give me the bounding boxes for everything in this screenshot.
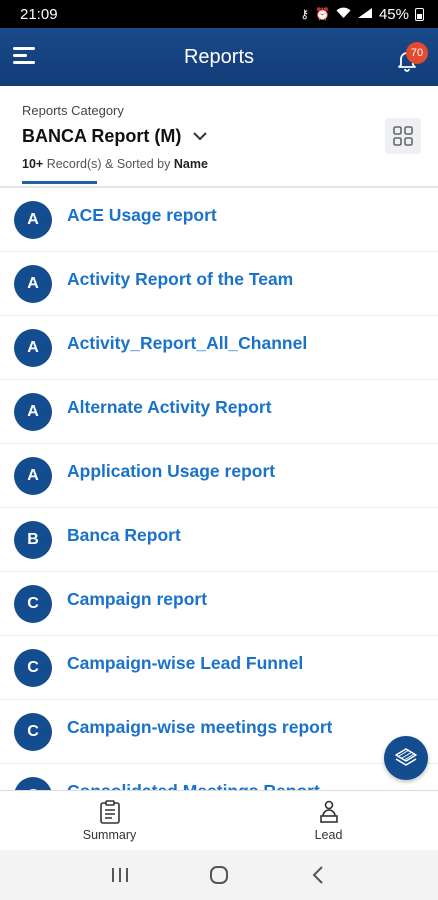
nav-summary[interactable]: Summary xyxy=(0,791,219,850)
report-name: Campaign report xyxy=(67,589,208,609)
category-section: Reports Category BANCA Report (M) 10+ Re… xyxy=(0,86,438,186)
battery-icon xyxy=(415,7,424,21)
sort-field: Name xyxy=(173,157,208,171)
battery-percent: 45% xyxy=(378,5,409,23)
wifi-icon xyxy=(336,7,351,22)
report-item[interactable]: A Alternate Activity Report xyxy=(0,380,438,444)
report-name: Activity Report of the Team xyxy=(67,269,294,289)
home-button[interactable] xyxy=(199,855,239,895)
report-list[interactable]: A ACE Usage report A Activity Report of … xyxy=(0,188,438,790)
category-caption: Reports Category xyxy=(22,103,124,118)
records-text: Record(s) & Sorted by xyxy=(46,157,171,171)
recent-apps-icon xyxy=(111,868,128,882)
report-name: Alternate Activity Report xyxy=(67,397,272,417)
report-initial-avatar: A xyxy=(14,200,52,239)
report-item[interactable]: C Campaign report xyxy=(0,572,438,636)
records-summary: 10+ Record(s) & Sorted by Name xyxy=(22,157,208,171)
grid-icon xyxy=(393,126,413,146)
report-initial-avatar: C xyxy=(14,712,52,751)
report-item[interactable]: C Campaign-wise Lead Funnel xyxy=(0,636,438,700)
report-item[interactable]: A ACE Usage report xyxy=(0,188,438,252)
report-name: Consolidated Meetings Report xyxy=(67,781,320,790)
status-time: 21:09 xyxy=(20,5,58,23)
notification-badge: 70 xyxy=(406,42,428,64)
page-title: Reports xyxy=(183,45,255,68)
category-dropdown[interactable]: BANCA Report (M) xyxy=(22,126,208,147)
back-button[interactable] xyxy=(298,855,338,895)
chevron-down-icon xyxy=(193,132,208,141)
report-initial-avatar: A xyxy=(14,456,52,495)
report-item[interactable]: A Activity_Report_All_Channel xyxy=(0,316,438,380)
signal-icon xyxy=(357,7,373,22)
layers-icon xyxy=(395,748,417,766)
report-item[interactable]: C Campaign-wise meetings report xyxy=(0,700,438,764)
report-name: Campaign-wise meetings report xyxy=(67,717,333,737)
report-item[interactable]: A Activity Report of the Team xyxy=(0,252,438,316)
report-name: Campaign-wise Lead Funnel xyxy=(67,653,304,673)
report-initial-avatar: C xyxy=(14,584,52,623)
report-initial-avatar: A xyxy=(14,328,52,367)
key-icon: ⚷ xyxy=(300,7,310,21)
home-icon xyxy=(209,866,228,884)
records-count: 10+ xyxy=(22,157,44,171)
report-name: Activity_Report_All_Channel xyxy=(67,333,308,353)
report-item[interactable]: B Banca Report xyxy=(0,508,438,572)
report-initial-avatar: A xyxy=(14,264,52,303)
report-initial-avatar: C xyxy=(14,776,52,790)
report-initial-avatar: C xyxy=(14,648,52,687)
report-name: Banca Report xyxy=(67,525,181,545)
system-navigation-bar xyxy=(0,850,438,900)
records-underline xyxy=(22,181,97,184)
back-icon xyxy=(312,866,324,884)
nav-lead[interactable]: Lead xyxy=(219,791,438,850)
report-item[interactable]: A Application Usage report xyxy=(0,444,438,508)
report-name: ACE Usage report xyxy=(67,205,217,225)
clipboard-icon xyxy=(99,799,120,824)
layers-fab-button[interactable] xyxy=(384,736,428,780)
report-initial-avatar: A xyxy=(14,392,52,431)
status-bar: 21:09 ⚷ ⏰ 45% xyxy=(0,0,438,28)
nav-lead-label: Lead xyxy=(314,827,343,842)
report-name: Application Usage report xyxy=(67,461,276,481)
notification-button[interactable]: 70 xyxy=(395,42,428,72)
recent-apps-button[interactable] xyxy=(100,855,140,895)
report-initial-avatar: B xyxy=(14,520,52,559)
bottom-navigation: Summary Lead xyxy=(0,790,438,850)
status-indicators: ⚷ ⏰ 45% xyxy=(300,6,424,23)
grid-view-button[interactable] xyxy=(385,118,421,154)
report-item[interactable]: C Consolidated Meetings Report xyxy=(0,764,438,790)
nav-summary-label: Summary xyxy=(82,827,137,842)
alarm-icon: ⏰ xyxy=(315,7,330,21)
hamburger-icon[interactable] xyxy=(13,47,35,65)
person-podium-icon xyxy=(319,800,338,823)
app-header: Reports 70 xyxy=(0,28,438,86)
category-selected: BANCA Report (M) xyxy=(22,126,182,146)
